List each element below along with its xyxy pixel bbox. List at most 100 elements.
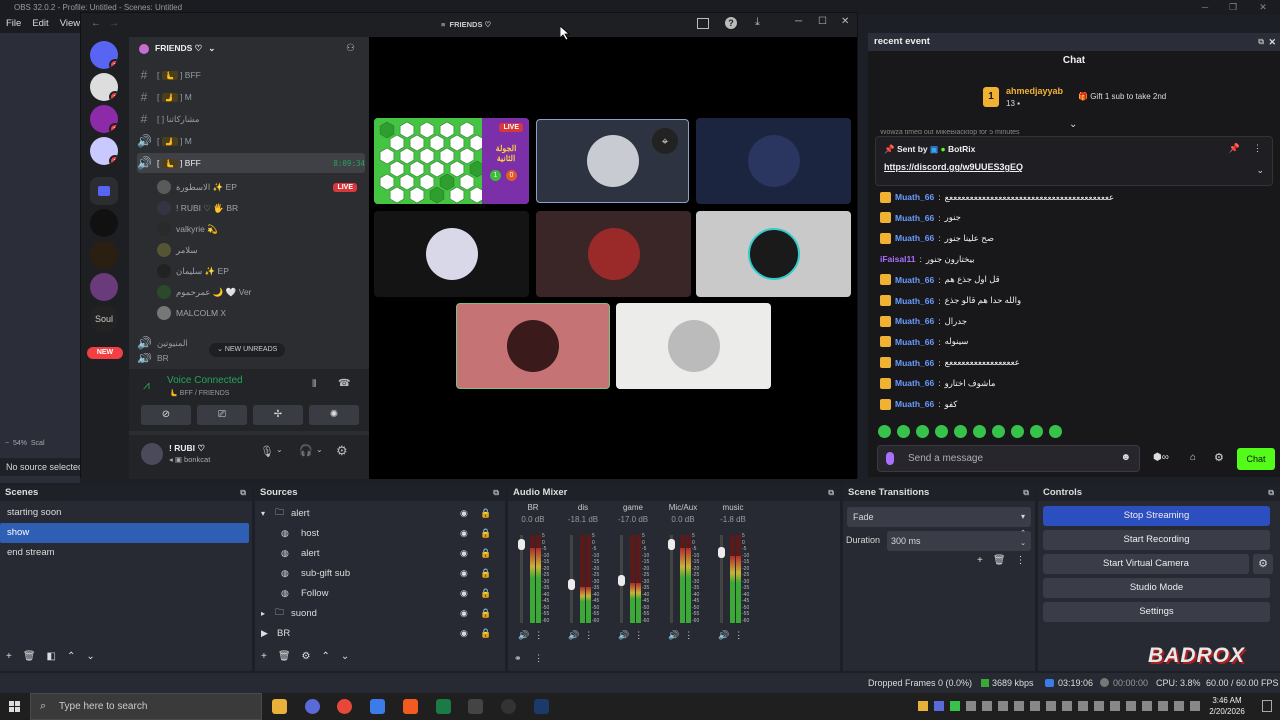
zoom-control[interactable]: − 54% Scal [5,440,45,447]
source-item[interactable]: ▶ BR ◉ 🔒 [255,623,499,643]
eye-icon[interactable]: ◉ [460,528,468,539]
add-icon[interactable]: + [6,651,12,662]
emote-icon[interactable] [954,425,967,438]
server-icon[interactable]: 1 [90,137,118,165]
emote-icon[interactable] [973,425,986,438]
headphones-icon[interactable]: 🎧 [299,444,313,457]
voice-user[interactable]: سلامر [157,240,357,260]
link-icon[interactable]: ⚭ [514,653,522,663]
eye-icon[interactable]: ◉ [460,608,468,619]
scene-item[interactable]: show [0,523,249,543]
volume-slider[interactable] [668,539,675,550]
camera-off-icon[interactable]: ⊘ [141,405,191,425]
chat-username[interactable]: Muath_66 [895,296,934,306]
chat-input-box[interactable]: Send a message ☻ [877,445,1140,472]
focus-icon[interactable]: ⌖ [652,128,678,154]
lock-icon[interactable]: 🔒 [480,548,491,559]
emote-icon[interactable] [935,425,948,438]
chevron-down-icon[interactable]: ⌄ [316,445,323,454]
channel-item[interactable]: 🔊 [ 🫸 ] M [137,131,365,151]
start-recording-button[interactable]: Start Recording [1043,530,1270,550]
speaker-icon[interactable]: 🔊 [568,630,579,640]
pin-icon[interactable]: 📌 [1229,143,1240,154]
chevron-down-icon[interactable]: ⌄ [276,445,283,454]
microphone-icon[interactable]: 🎙 [260,445,274,458]
speaker-icon[interactable]: 🔊 [618,630,629,640]
video-tile[interactable]: ⌖ [536,119,689,203]
chat-username[interactable]: Muath_66 [895,399,934,409]
eye-icon[interactable]: ◉ [460,548,468,559]
taskbar-search[interactable]: ⌕ Type here to search [30,693,262,720]
emote-icon[interactable] [1049,425,1062,438]
more-options-icon[interactable]: ⋮ [1253,143,1262,154]
chevron-right-icon[interactable]: ▶ [261,628,268,639]
screen-share-icon[interactable] [697,18,709,29]
new-unreads-pill[interactable]: ⌄ NEW UNREADS [209,343,286,357]
server-icon[interactable] [90,241,118,269]
windows-start-icon[interactable] [9,701,20,712]
clock[interactable]: 3:46 AM 2/20/2026 [1202,695,1252,717]
menu-item-edit[interactable]: Edit [32,15,48,33]
video-tile[interactable] [696,118,851,204]
avatar[interactable] [141,443,163,465]
chevron-right-icon[interactable]: ▸ [261,609,265,618]
voice-user[interactable]: valkyrie 💫 [157,219,357,239]
lock-icon[interactable]: 🔒 [480,588,491,599]
speaker-icon[interactable]: 🔊 [668,630,679,640]
stream-tile[interactable]: الجولة الثانية 1 0 LIVE [374,118,529,204]
gear-icon[interactable]: ⚙ [1214,451,1224,464]
settings-button[interactable]: Settings [1043,602,1270,622]
minimize-icon[interactable]: ─ [795,16,802,27]
lock-icon[interactable]: 🔒 [480,608,491,619]
emote-icon[interactable] [1030,425,1043,438]
help-icon[interactable]: ? [725,17,737,29]
top-gifter-name[interactable]: ahmedjayyab [1006,86,1063,96]
microphone-icon[interactable] [886,452,894,465]
source-item[interactable]: ◍ alert ◉ 🔒 [255,543,499,563]
server-icon[interactable]: 3 [90,105,118,133]
capcut-icon[interactable] [468,699,483,714]
voice-user[interactable]: عمرحموم 🌙 🤍 Ver [157,282,357,302]
add-icon[interactable]: + [977,555,983,566]
maximize-icon[interactable]: ❐ [1218,0,1248,15]
gear-icon[interactable]: ⚙ [1253,554,1273,574]
emote-icon[interactable] [992,425,1005,438]
filter-icon[interactable]: ◧ [47,651,56,662]
chat-username[interactable]: Muath_66 [895,337,934,347]
volume-slider[interactable] [568,579,575,590]
more-options-icon[interactable]: ⋮ [634,630,643,640]
stop-streaming-button[interactable]: Stop Streaming [1043,506,1270,526]
chat-username[interactable]: iFaisal11 [880,254,915,264]
studio-mode-button[interactable]: Studio Mode [1043,578,1270,598]
emoji-icon[interactable]: ☻ [1120,452,1131,463]
move-down-icon[interactable]: ⌄ [86,651,94,662]
soundboard-icon[interactable]: ⦀ [312,379,316,390]
volume-slider[interactable] [618,575,625,586]
more-options-icon[interactable]: ⋮ [534,630,543,640]
server-icon[interactable] [90,273,118,301]
volume-slider[interactable] [718,547,725,558]
trash-icon[interactable]: 🗑 [278,651,291,662]
speaker-icon[interactable]: 🔊 [718,630,729,640]
source-item[interactable]: ▾ 🗀 alert ◉ 🔒 [255,503,499,523]
video-tile[interactable] [456,303,610,389]
chat-username[interactable]: Muath_66 [895,213,934,223]
discord-taskbar-icon[interactable] [305,699,320,714]
discord-invite-link[interactable]: https://discord.gg/w9UUES3gEQ [884,162,1023,172]
voice-user[interactable]: الاسطورة ✨ EP LIVE [157,177,357,197]
channel-item[interactable]: # [ 🫸 ] M [137,87,365,107]
eye-icon[interactable]: ◉ [460,508,468,519]
gear-icon[interactable]: ⚙ [302,651,311,662]
menu-item-view[interactable]: View [60,15,80,33]
lock-icon[interactable]: 🔒 [480,628,491,639]
channel-item[interactable]: # [ ] مشاركاتنا [137,109,365,129]
emote-icon[interactable] [897,425,910,438]
chat-username[interactable]: Muath_66 [895,358,934,368]
chevron-down-icon[interactable]: ⌄ [1069,119,1077,130]
scene-item[interactable]: end stream [0,543,252,563]
add-icon[interactable]: + [261,651,267,662]
discord-home-icon[interactable]: 2 [90,41,118,69]
brave-icon[interactable] [403,699,418,714]
volume-slider[interactable] [518,539,525,550]
notifications-icon[interactable] [1262,700,1272,712]
